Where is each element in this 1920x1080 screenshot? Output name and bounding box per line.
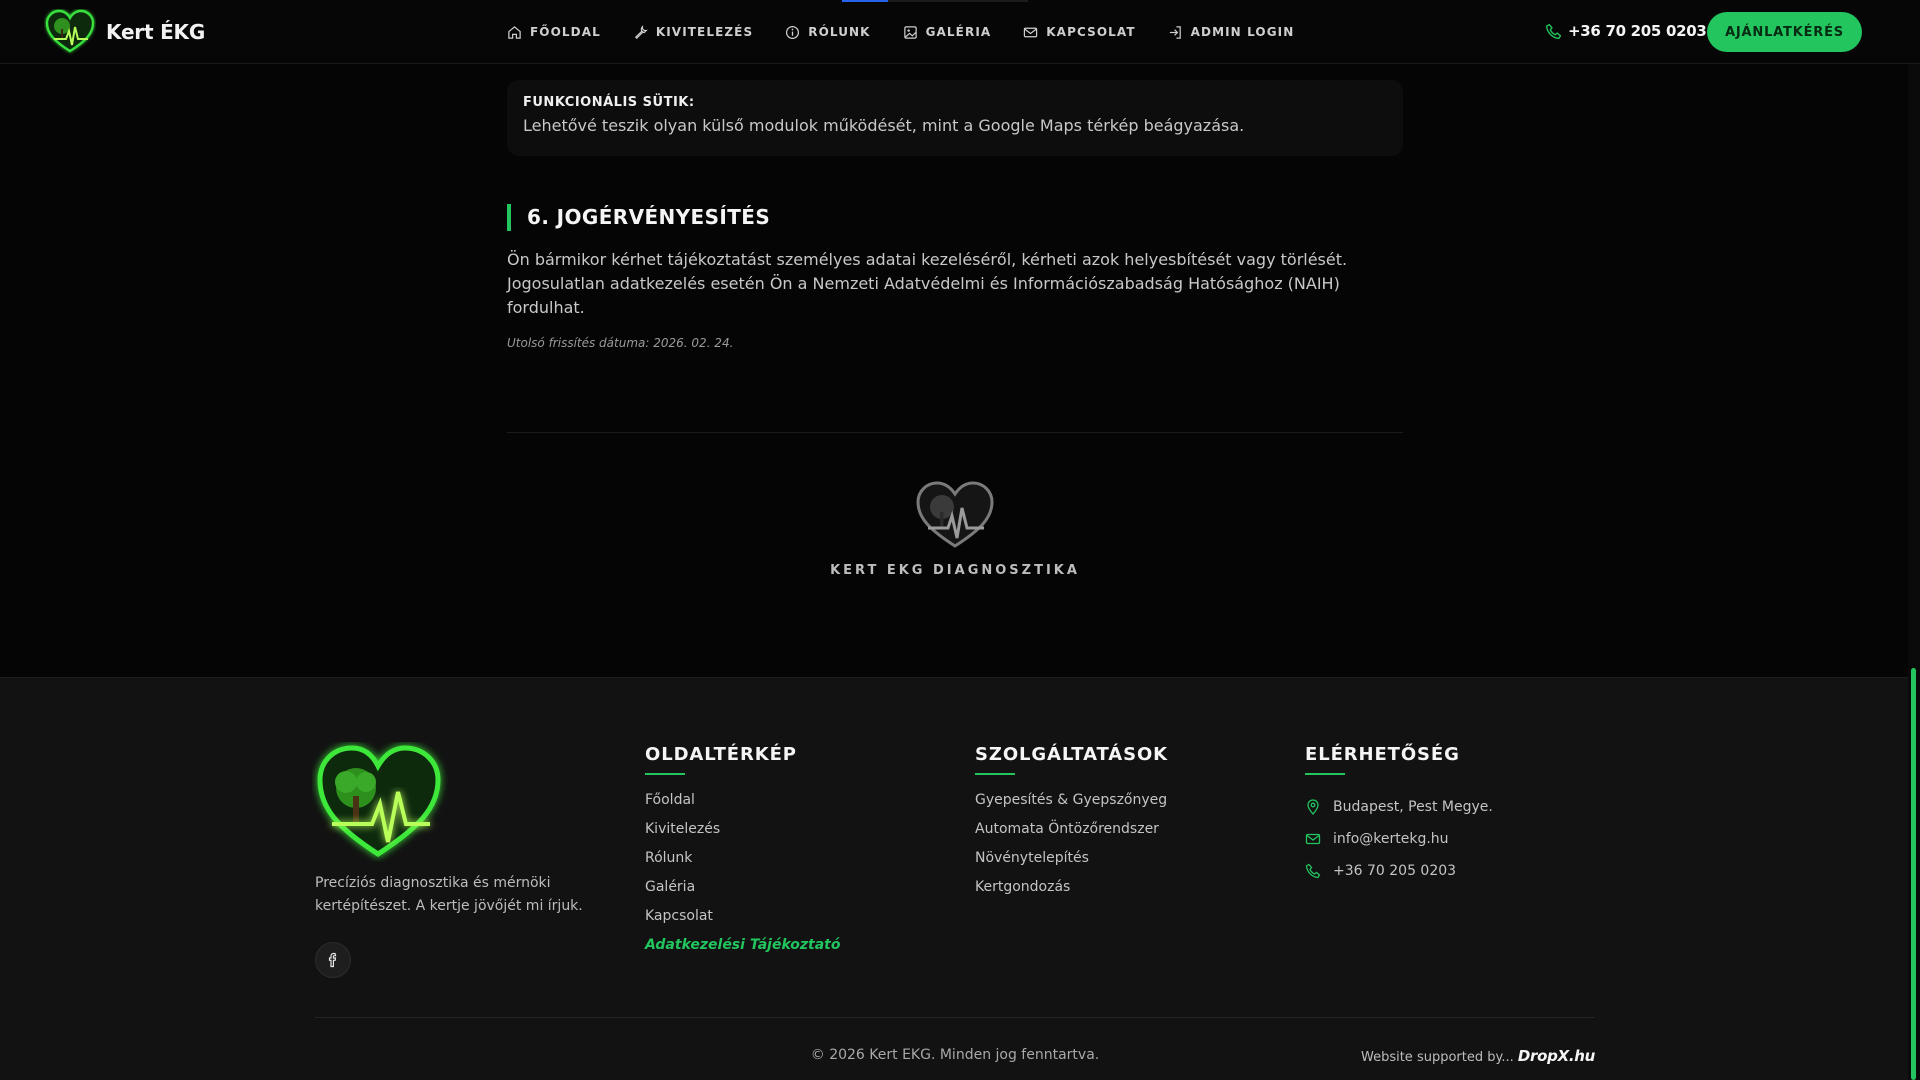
functional-cookies-card: FUNKCIONÁLIS SÜTIK: Lehetővé teszik olya… <box>507 80 1403 156</box>
sitemap-title: OLDALTÉRKÉP <box>645 744 797 765</box>
title-underline <box>975 773 1015 775</box>
contact-email-text: info@kertekg.hu <box>1333 831 1449 847</box>
contact-phone[interactable]: +36 70 205 0203 <box>1305 855 1493 887</box>
sitemap-list: Főoldal Kivitelezés Rólunk Galéria Kapcs… <box>645 791 840 965</box>
service-item[interactable]: Gyepesítés & Gyepszőnyeg <box>975 791 1168 820</box>
section-body: Ön bármikor kérhet tájékoztatást személy… <box>507 250 1348 317</box>
footer-tagline: Precíziós diagnosztika és mérnöki kertép… <box>315 875 583 914</box>
contact-title: ELÉRHETŐSÉG <box>1305 744 1460 765</box>
contact-address-text: Budapest, Pest Megye. <box>1333 799 1493 815</box>
sitemap-link-privacy-policy[interactable]: Adatkezelési Tájékoztató <box>645 936 840 965</box>
top-navbar: Kert ÉKG FŐOLDAL KIVITELEZÉS RÓLUNK GALÉ… <box>0 0 1920 64</box>
footer-contact-column: ELÉRHETŐSÉG Budapest, Pest Megye. info@k… <box>1305 744 1493 887</box>
nav-item-label: GALÉRIA <box>925 25 992 39</box>
cookie-card-title: FUNKCIONÁLIS SÜTIK: <box>523 95 695 110</box>
contact-list: Budapest, Pest Megye. info@kertekg.hu +3… <box>1305 791 1493 887</box>
mail-icon <box>1305 833 1321 845</box>
nav-item-rolunk[interactable]: RÓLUNK <box>785 25 870 40</box>
header-phone-link[interactable]: +36 70 205 0203 <box>1545 22 1707 40</box>
contact-phone-text: +36 70 205 0203 <box>1333 863 1457 879</box>
service-item[interactable]: Növénytelepítés <box>975 849 1168 878</box>
heart-ekg-logo-icon <box>317 745 441 857</box>
sitemap-link-rolunk[interactable]: Rólunk <box>645 849 840 878</box>
login-icon <box>1169 25 1181 39</box>
center-brand-text: KERT EKG DIAGNOSZTIKA <box>830 563 1080 578</box>
wrench-icon <box>634 24 648 39</box>
title-underline <box>1305 773 1345 775</box>
nav-item-kivitelezes[interactable]: KIVITELEZÉS <box>633 24 754 40</box>
footer-sitemap-column: OLDALTÉRKÉP Főoldal Kivitelezés Rólunk G… <box>645 744 840 965</box>
cookie-card-text: Lehetővé teszik olyan külső modulok műkö… <box>523 116 1245 135</box>
home-icon <box>508 25 521 39</box>
section-heading: 6. JOGÉRVÉNYESÍTÉS <box>507 204 770 231</box>
footer-divider <box>315 1017 1595 1018</box>
nav-item-label: KIVITELEZÉS <box>655 25 754 39</box>
services-title: SZOLGÁLTATÁSOK <box>975 744 1169 765</box>
page-scrollbar[interactable] <box>1908 0 1920 1080</box>
nav-item-admin-login[interactable]: ADMIN LOGIN <box>1168 25 1295 40</box>
nav-item-label: FŐOLDAL <box>530 25 601 39</box>
mail-icon <box>1024 27 1038 37</box>
contact-address: Budapest, Pest Megye. <box>1305 791 1493 823</box>
nav-item-label: ADMIN LOGIN <box>1190 25 1295 39</box>
info-icon <box>786 25 800 39</box>
footer-services-column: SZOLGÁLTATÁSOK Gyepesítés & Gyepszőnyeg … <box>975 744 1168 907</box>
phone-icon <box>1305 863 1321 879</box>
supported-by-prefix: Website supported by... <box>1360 1050 1514 1065</box>
brand-home-link[interactable]: Kert ÉKG <box>44 9 205 55</box>
phone-icon <box>1545 23 1562 39</box>
nav-item-fooldal[interactable]: FŐOLDAL <box>507 25 601 40</box>
heart-ekg-logo-icon <box>916 481 994 548</box>
sitemap-link-fooldal[interactable]: Főoldal <box>645 791 840 820</box>
service-item[interactable]: Automata Öntözőrendszer <box>975 820 1168 849</box>
services-list: Gyepesítés & Gyepszőnyeg Automata Öntöző… <box>975 791 1168 907</box>
content-divider <box>507 432 1403 433</box>
facebook-button[interactable] <box>315 942 351 978</box>
facebook-icon <box>328 952 337 968</box>
sitemap-link-kivitelezes[interactable]: Kivitelezés <box>645 820 840 849</box>
header-phone-number: +36 70 205 0203 <box>1568 22 1707 40</box>
sitemap-link-kapcsolat[interactable]: Kapcsolat <box>645 907 840 936</box>
supported-by[interactable]: Website supported by... DropX.hu <box>1308 1047 1595 1065</box>
image-icon <box>903 25 917 39</box>
main-nav: FŐOLDAL KIVITELEZÉS RÓLUNK GALÉRIA KAPCS… <box>507 0 1326 64</box>
location-pin-icon <box>1307 799 1319 815</box>
heart-ekg-logo-icon <box>45 9 95 53</box>
service-item[interactable]: Kertgondozás <box>975 878 1168 907</box>
request-quote-button[interactable]: AJÁNLATKÉRÉS <box>1707 12 1862 52</box>
nav-item-label: RÓLUNK <box>808 25 871 39</box>
brand-name: Kert ÉKG <box>106 20 206 44</box>
copyright-text: © 2026 Kert EKG. Minden jog fenntartva. <box>810 1047 1100 1063</box>
supported-by-brand: DropX.hu <box>1517 1047 1595 1065</box>
site-footer: Precíziós diagnosztika és mérnöki kertép… <box>0 677 1920 1080</box>
title-underline <box>645 773 685 775</box>
sitemap-link-galeria[interactable]: Galéria <box>645 878 840 907</box>
last-updated-note: Utolsó frissítés dátuma: 2026. 02. 24. <box>507 336 734 350</box>
nav-item-kapcsolat[interactable]: KAPCSOLAT <box>1023 25 1135 40</box>
contact-email[interactable]: info@kertekg.hu <box>1305 823 1493 855</box>
nav-item-galeria[interactable]: GALÉRIA <box>903 25 992 40</box>
nav-item-label: KAPCSOLAT <box>1046 25 1136 39</box>
scrollbar-thumb[interactable] <box>1911 668 1916 1080</box>
